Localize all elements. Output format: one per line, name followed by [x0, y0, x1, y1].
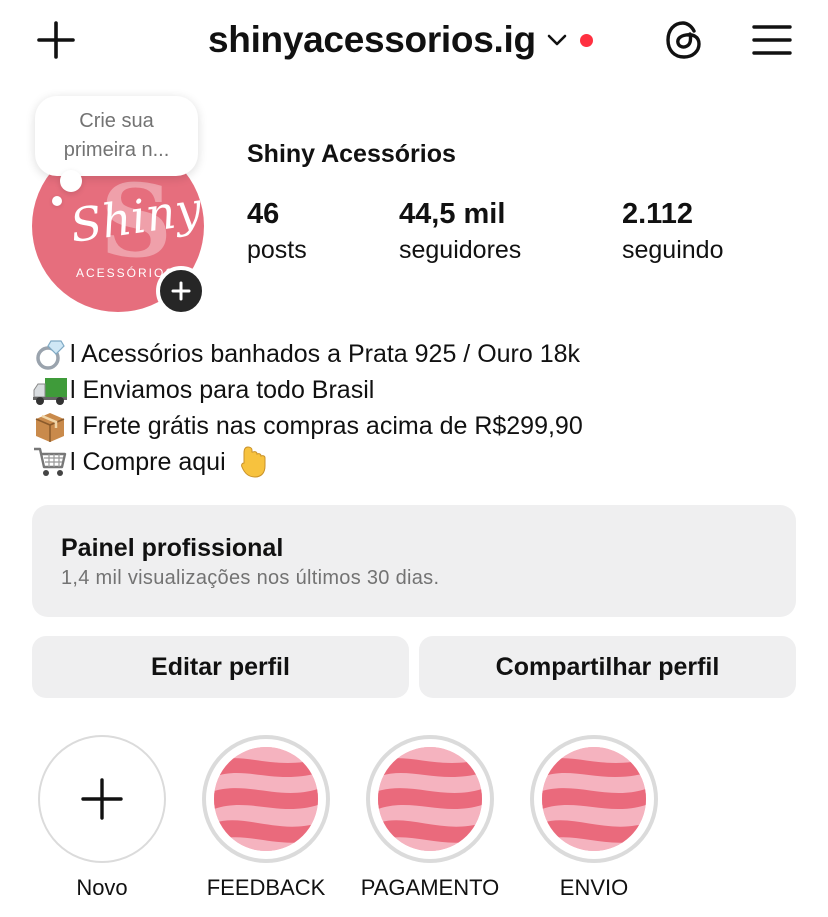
top-bar: shinyacessorios.ig [0, 0, 828, 80]
highlight-label: FEEDBACK [206, 875, 326, 900]
highlight-pagamento[interactable]: PAGAMENTO [361, 735, 499, 901]
highlight-cover-image [378, 747, 482, 851]
note-line-1: Crie sua [79, 110, 154, 132]
share-profile-button[interactable]: Compartilhar perfil [419, 636, 796, 698]
bio-text: l Frete grátis nas compras acima de R$29… [70, 411, 583, 440]
highlight-new-ring [38, 735, 166, 863]
highlight-new[interactable]: Novo [38, 735, 166, 901]
plus-icon [81, 778, 123, 820]
bio-line: l Acessórios banhados a Prata 925 / Ouro… [32, 336, 812, 372]
threads-icon[interactable] [658, 14, 710, 66]
bio-line: l Compre aqui [32, 444, 812, 480]
dashboard-subtitle: 1,4 mil visualizações nos últimos 30 dia… [61, 567, 440, 589]
bio: l Acessórios banhados a Prata 925 / Ouro… [32, 336, 812, 480]
username: shinyacessorios.ig [208, 19, 536, 60]
pointing-down-icon [240, 445, 268, 479]
followers-count: 44,5 mil [399, 198, 506, 230]
package-icon [32, 409, 68, 443]
create-plus-icon[interactable] [30, 14, 82, 66]
highlight-ring [530, 735, 658, 863]
account-switcher[interactable]: shinyacessorios.ig [208, 14, 593, 66]
bio-line: l Enviamos para todo Brasil [32, 372, 812, 408]
professional-dashboard-card[interactable]: Painel profissional 1,4 mil visualizaçõe… [32, 505, 796, 617]
bio-text: l Compre aqui [70, 447, 226, 476]
note-line-2: primeira n... [63, 139, 170, 161]
highlight-ring [366, 735, 494, 863]
note-bubble[interactable]: Crie sua primeira n... [35, 96, 198, 176]
note-bubble-tail [60, 170, 82, 192]
highlight-label: PAGAMENTO [360, 875, 500, 900]
following-count: 2.112 [622, 198, 693, 230]
add-story-plus-icon[interactable] [156, 266, 206, 316]
highlight-label: Novo [76, 875, 128, 900]
posts-count: 46 [247, 198, 280, 230]
cart-icon [32, 445, 68, 479]
posts-label: posts [247, 236, 307, 264]
followers-stat[interactable]: 44,5 mil seguidores [399, 196, 521, 268]
dashboard-title: Painel profissional [61, 534, 284, 562]
profile-display-name: Shiny Acessórios [247, 140, 456, 168]
highlight-feedback[interactable]: FEEDBACK [202, 735, 330, 901]
logo-script: Shiny [66, 181, 204, 253]
bio-text: l Acessórios banhados a Prata 925 / Ouro… [70, 339, 581, 368]
chevron-down-icon [546, 28, 570, 52]
bio-text: l Enviamos para todo Brasil [70, 375, 375, 404]
bio-line: l Frete grátis nas compras acima de R$29… [32, 408, 812, 444]
notification-dot [579, 33, 593, 47]
following-label: seguindo [622, 236, 724, 264]
menu-icon[interactable] [746, 14, 798, 66]
highlight-ring [202, 735, 330, 863]
highlight-cover-image [214, 747, 318, 851]
note-bubble-tail-small [52, 196, 62, 206]
following-stat[interactable]: 2.112 seguindo [622, 196, 723, 268]
ring-icon [32, 337, 68, 371]
edit-profile-button[interactable]: Editar perfil [32, 636, 409, 698]
highlight-label: ENVIO [559, 875, 629, 900]
followers-label: seguidores [399, 236, 522, 264]
highlight-envio[interactable]: ENVIO [530, 735, 658, 901]
posts-stat[interactable]: 46 posts [247, 196, 307, 268]
highlight-cover-image [542, 747, 646, 851]
truck-icon [32, 373, 68, 407]
